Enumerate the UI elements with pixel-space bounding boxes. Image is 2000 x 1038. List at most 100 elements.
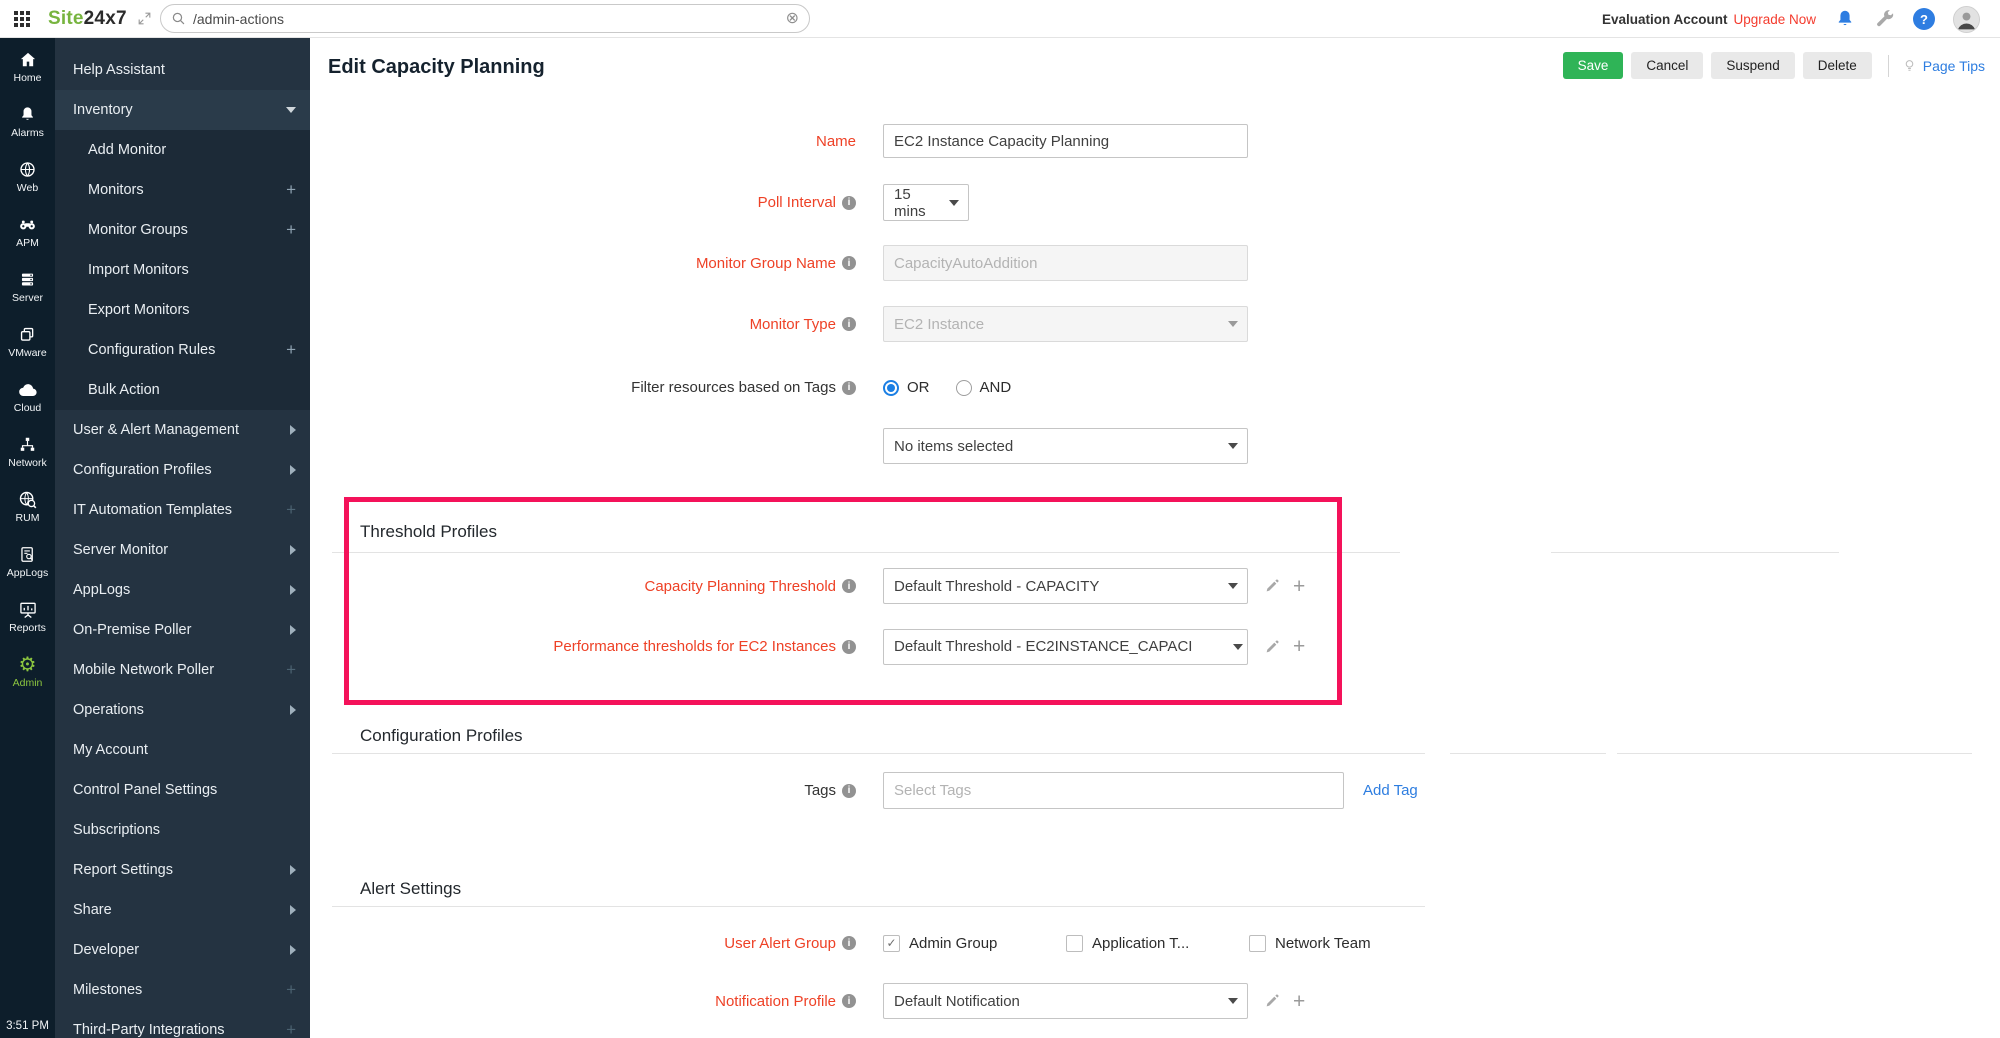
site24x7-logo[interactable]: Site24x7 — [48, 8, 127, 30]
sidebar-item-import-monitors[interactable]: Import Monitors — [55, 250, 310, 290]
application-team-checkbox[interactable] — [1066, 935, 1083, 952]
name-input[interactable] — [883, 124, 1248, 158]
sidebar-item-my-account[interactable]: My Account — [55, 730, 310, 770]
chevron-down-icon — [286, 107, 296, 113]
edit-pencil-icon[interactable] — [1264, 639, 1280, 655]
info-icon[interactable]: i — [842, 579, 856, 593]
tag-items-select[interactable]: No items selected — [883, 428, 1248, 464]
rail-item-vmware[interactable]: VMware — [0, 313, 55, 368]
rail-item-apm[interactable]: APM — [0, 203, 55, 258]
rail-item-web[interactable]: Web — [0, 148, 55, 203]
info-icon[interactable]: i — [842, 936, 856, 950]
page-tips-link[interactable]: Page Tips — [1901, 56, 1985, 76]
sidebar-item-server-monitor[interactable]: Server Monitor — [55, 530, 310, 570]
sidebar-item-export-monitors[interactable]: Export Monitors — [55, 290, 310, 330]
plus-icon[interactable]: + — [286, 660, 296, 680]
globe-magnifier-icon — [17, 489, 38, 510]
plus-icon[interactable]: + — [286, 500, 296, 520]
add-profile-icon[interactable]: + — [1293, 576, 1305, 597]
sidebar-item-monitors[interactable]: Monitors+ — [55, 170, 310, 210]
user-avatar[interactable] — [1953, 6, 1980, 33]
rail-item-cloud[interactable]: Cloud — [0, 368, 55, 423]
plus-icon[interactable]: + — [286, 340, 296, 360]
edit-pencil-icon[interactable] — [1264, 578, 1280, 594]
sidebar-item-user-alert-management[interactable]: User & Alert Management — [55, 410, 310, 450]
tags-input[interactable] — [883, 772, 1344, 809]
sidebar-item-inventory[interactable]: Inventory — [55, 90, 310, 130]
info-icon[interactable]: i — [842, 784, 856, 798]
cancel-button[interactable]: Cancel — [1631, 52, 1703, 79]
plus-icon[interactable]: + — [286, 1020, 296, 1038]
rail-item-admin[interactable]: ⚙ Admin — [0, 643, 55, 698]
network-team-label[interactable]: Network Team — [1275, 935, 1371, 952]
sidebar-item-share[interactable]: Share — [55, 890, 310, 930]
sidebar-item-help-assistant[interactable]: Help Assistant — [55, 50, 310, 90]
add-profile-icon[interactable]: + — [1293, 991, 1305, 1012]
sidebar-item-add-monitor[interactable]: Add Monitor — [55, 130, 310, 170]
or-radio-label[interactable]: OR — [907, 379, 930, 396]
apps-grid-icon[interactable] — [14, 11, 30, 27]
admin-group-checkbox[interactable]: ✓ — [883, 935, 900, 952]
network-team-checkbox[interactable] — [1249, 935, 1266, 952]
sidebar-item-configuration-profiles[interactable]: Configuration Profiles — [55, 450, 310, 490]
add-tag-link[interactable]: Add Tag — [1363, 782, 1418, 799]
clear-search-icon[interactable]: ⊗ — [786, 11, 799, 27]
add-profile-icon[interactable]: + — [1293, 636, 1305, 657]
sidebar-item-it-automation-templates[interactable]: IT Automation Templates+ — [55, 490, 310, 530]
edit-pencil-icon[interactable] — [1264, 993, 1280, 1009]
info-icon[interactable]: i — [842, 256, 856, 270]
tools-wrench-icon[interactable] — [1874, 9, 1895, 30]
notification-profile-select[interactable]: Default Notification — [883, 983, 1248, 1019]
sidebar-item-operations[interactable]: Operations — [55, 690, 310, 730]
sidebar-item-bulk-action[interactable]: Bulk Action — [55, 370, 310, 410]
notifications-bell-icon[interactable] — [1834, 8, 1856, 30]
chevron-right-icon — [290, 425, 296, 435]
upgrade-now-link[interactable]: Upgrade Now — [1733, 12, 1816, 27]
rail-item-applogs[interactable]: AppLogs — [0, 533, 55, 588]
sidebar-item-subscriptions[interactable]: Subscriptions — [55, 810, 310, 850]
sidebar-item-configuration-rules[interactable]: Configuration Rules+ — [55, 330, 310, 370]
plus-icon[interactable]: + — [286, 980, 296, 1000]
info-icon[interactable]: i — [842, 640, 856, 654]
admin-group-label[interactable]: Admin Group — [909, 935, 997, 952]
plus-icon[interactable]: + — [286, 180, 296, 200]
save-button[interactable]: Save — [1563, 52, 1624, 79]
global-search[interactable]: /admin-actions ⊗ — [160, 4, 810, 33]
monitor-type-label: Monitor Type — [750, 316, 836, 333]
info-icon[interactable]: i — [842, 381, 856, 395]
rail-item-alarms[interactable]: Alarms — [0, 93, 55, 148]
info-icon[interactable]: i — [842, 994, 856, 1008]
capacity-threshold-select[interactable]: Default Threshold - CAPACITY — [883, 568, 1248, 604]
filter-tags-row: Filter resources based on Tagsi OR AND — [310, 379, 2000, 396]
chevron-down-icon — [1228, 321, 1238, 327]
sidebar-item-control-panel-settings[interactable]: Control Panel Settings — [55, 770, 310, 810]
and-radio[interactable] — [956, 380, 972, 396]
sidebar-item-report-settings[interactable]: Report Settings — [55, 850, 310, 890]
sidebar-item-monitor-groups[interactable]: Monitor Groups+ — [55, 210, 310, 250]
and-radio-label[interactable]: AND — [980, 379, 1012, 396]
sidebar-item-mobile-network-poller[interactable]: Mobile Network Poller+ — [55, 650, 310, 690]
rail-item-reports[interactable]: Reports — [0, 588, 55, 643]
sidebar-item-applogs[interactable]: AppLogs — [55, 570, 310, 610]
help-icon[interactable]: ? — [1913, 8, 1935, 30]
suspend-button[interactable]: Suspend — [1711, 52, 1794, 79]
info-icon[interactable]: i — [842, 196, 856, 210]
application-team-label[interactable]: Application T... — [1092, 935, 1189, 952]
or-radio[interactable] — [883, 380, 899, 396]
sidebar-item-on-premise-poller[interactable]: On-Premise Poller — [55, 610, 310, 650]
info-icon[interactable]: i — [842, 317, 856, 331]
chevron-right-icon — [290, 905, 296, 915]
poll-interval-select[interactable]: 15 mins — [883, 184, 969, 221]
rail-item-network[interactable]: Network — [0, 423, 55, 478]
plus-icon[interactable]: + — [286, 220, 296, 240]
delete-button[interactable]: Delete — [1803, 52, 1872, 79]
rail-item-server[interactable]: Server — [0, 258, 55, 313]
sidebar-item-third-party-integrations[interactable]: Third-Party Integrations+ — [55, 1010, 310, 1038]
rail-item-rum[interactable]: RUM — [0, 478, 55, 533]
search-input[interactable]: /admin-actions — [193, 11, 786, 27]
sidebar-item-milestones[interactable]: Milestones+ — [55, 970, 310, 1010]
rail-item-home[interactable]: Home — [0, 38, 55, 93]
expand-icon[interactable] — [137, 11, 152, 26]
performance-threshold-select[interactable]: Default Threshold - EC2INSTANCE_CAPACI — [883, 629, 1248, 665]
sidebar-item-developer[interactable]: Developer — [55, 930, 310, 970]
